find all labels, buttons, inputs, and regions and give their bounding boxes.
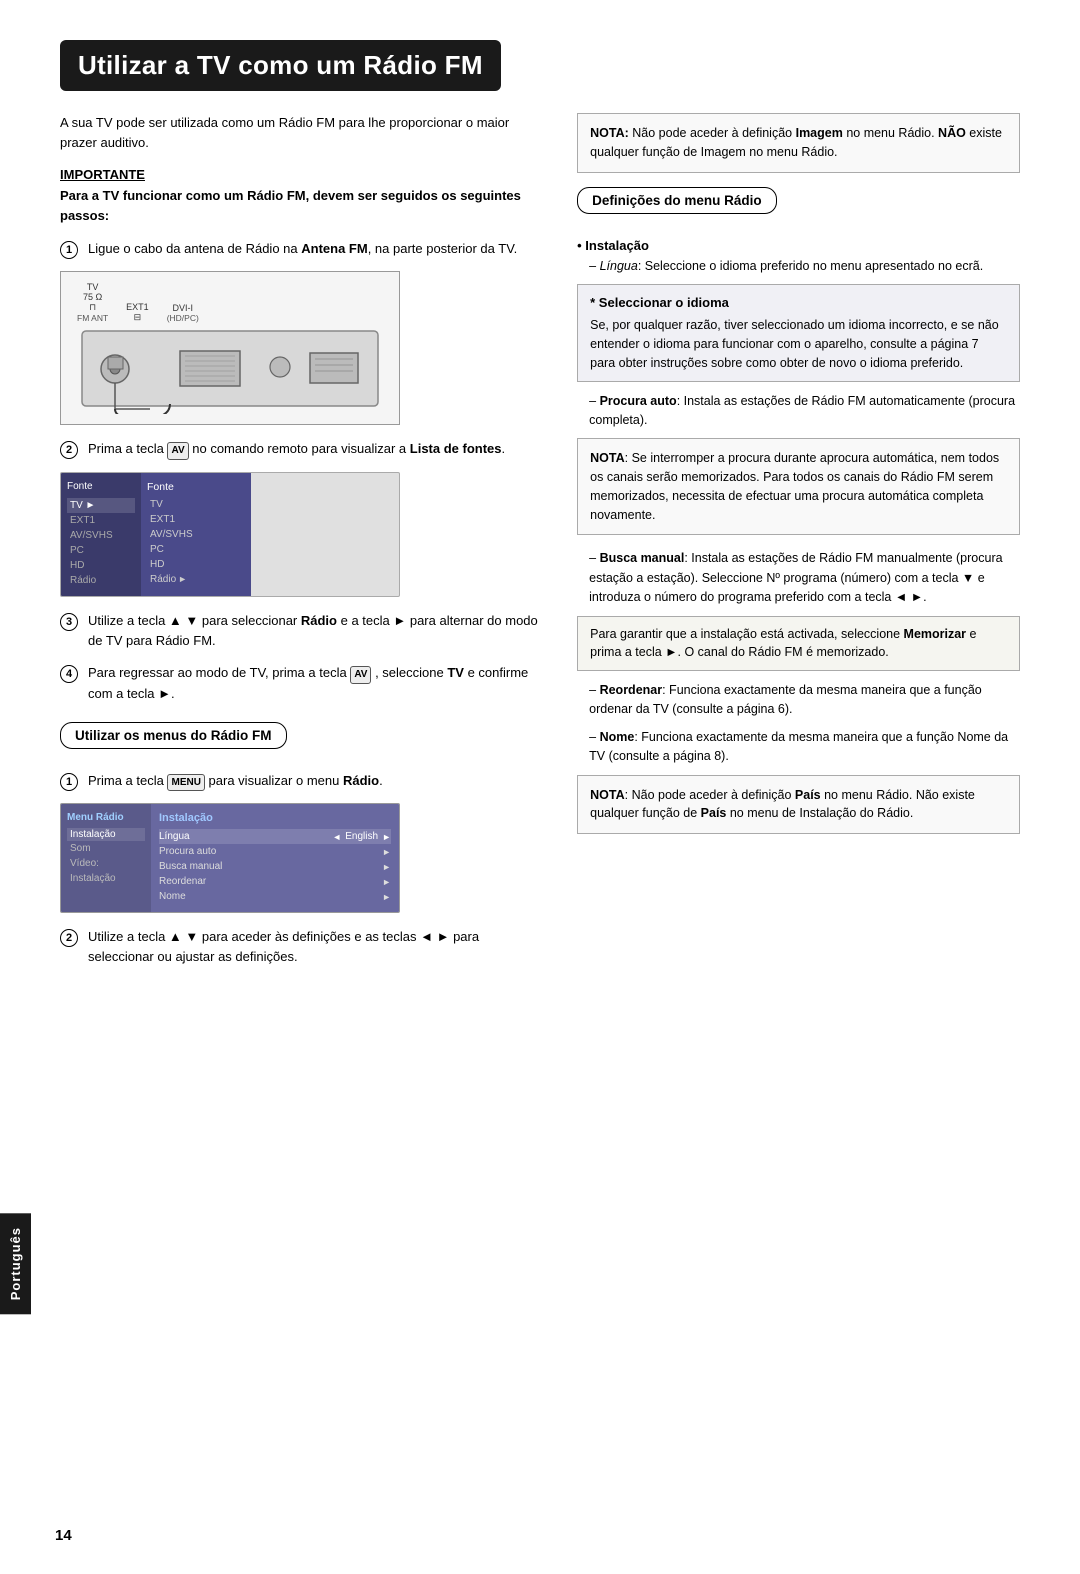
menu2-row-procura: Procura auto ► <box>159 844 391 859</box>
step-1: 1 Ligue o cabo da antena de Rádio na Ant… <box>60 239 547 259</box>
menu-col2-avsvhs: AV/SVHS <box>147 527 245 542</box>
nota-label-2: NOTA <box>590 451 625 465</box>
menu-col2-radio: Rádio ► <box>147 572 245 587</box>
menu2-col1-title: Menu Rádio <box>67 812 145 823</box>
menu-step-2: 2 Utilize a tecla ▲ ▼ para aceder às def… <box>60 927 547 967</box>
tv-diagram: TV 75 Ω ⊓ FM ANT EXT1 ⊟ DVI-I (HD/PC) <box>60 271 400 425</box>
garantir-box: Para garantir que a instalação está acti… <box>577 616 1020 672</box>
lingua-item: Língua: Seleccione o idioma preferido no… <box>589 257 1020 276</box>
page-number: 14 <box>55 1527 72 1544</box>
menu-col2: Fonte TV EXT1 AV/SVHS PC HD Rádio ► <box>141 473 251 596</box>
step-3-text: Utilize a tecla ▲ ▼ para seleccionar Rád… <box>88 611 547 651</box>
step-4: 4 Para regressar ao modo de TV, prima a … <box>60 663 547 704</box>
tv-ports-row: TV 75 Ω ⊓ FM ANT EXT1 ⊟ DVI-I (HD/PC) <box>75 282 385 323</box>
menu2-col2: Instalação Língua ◄ English ► Procura au… <box>151 804 399 912</box>
menu-step-1-number: 1 <box>60 773 78 791</box>
seleccionar-text: Se, por qualquer razão, tiver selecciona… <box>590 316 1007 372</box>
menu-col2-hd: HD <box>147 557 245 572</box>
menu-col2-ext1: EXT1 <box>147 512 245 527</box>
right-column: NOTA: Não pode aceder à definição Imagem… <box>577 113 1020 980</box>
menu-item-hd: HD <box>67 558 135 573</box>
tv-port-dvi: DVI-I (HD/PC) <box>167 303 199 323</box>
step-4-text: Para regressar ao modo de TV, prima a te… <box>88 663 547 704</box>
step-2-text: Prima a tecla AV no comando remoto para … <box>88 439 505 460</box>
tv-port-fm: TV 75 Ω ⊓ FM ANT <box>77 282 108 323</box>
fonte-menu-screenshot: Fonte TV ► EXT1 AV/SVHS PC HD Rádio Font… <box>60 472 400 597</box>
step-1-number: 1 <box>60 241 78 259</box>
page-title: Utilizar a TV como um Rádio FM <box>60 40 501 91</box>
step-2: 2 Prima a tecla AV no comando remoto par… <box>60 439 547 460</box>
two-column-layout: A sua TV pode ser utilizada como um Rádi… <box>60 113 1020 980</box>
nota-box-1: NOTA: Não pode aceder à definição Imagem… <box>577 113 1020 173</box>
menu2-item-video: Vídeo: <box>67 856 145 871</box>
menu-col1-title: Fonte <box>67 481 135 492</box>
step-1-text: Ligue o cabo da antena de Rádio na Anten… <box>88 239 517 259</box>
menu-radio-screenshot: Menu Rádio Instalação Som Vídeo: Instala… <box>60 803 400 913</box>
menu-item-radio: Rádio <box>67 573 135 588</box>
instalacao-label: • Instalação <box>577 238 1020 253</box>
menu2-row-lingua: Língua ◄ English ► <box>159 829 391 844</box>
tv-back-panel-svg <box>80 329 380 414</box>
nome-item: Nome: Funciona exactamente da mesma mane… <box>589 728 1020 767</box>
menu-col2-title: Fonte <box>147 481 245 493</box>
tv-port-ext1: EXT1 ⊟ <box>126 302 149 323</box>
menu-item-tv: TV ► <box>67 498 135 513</box>
utilizar-menus-title: Utilizar os menus do Rádio FM <box>60 722 287 749</box>
nota-label-3: NOTA <box>590 788 625 802</box>
language-tab: Português <box>0 1213 31 1314</box>
importante-text: Para a TV funcionar como um Rádio FM, de… <box>60 186 547 225</box>
menu2-row-busca: Busca manual ► <box>159 859 391 874</box>
reordenar-item: Reordenar: Funciona exactamente da mesma… <box>589 681 1020 720</box>
step-2-number: 2 <box>60 441 78 459</box>
seleccionar-box: * Seleccionar o idioma Se, por qualquer … <box>577 284 1020 382</box>
menu-step-1-text: Prima a tecla MENU para visualizar o men… <box>88 771 383 792</box>
menu-step-1: 1 Prima a tecla MENU para visualizar o m… <box>60 771 547 792</box>
menu2-row-nome: Nome ► <box>159 889 391 904</box>
page: Utilizar a TV como um Rádio FM A sua TV … <box>0 0 1080 1574</box>
busca-manual-item: Busca manual: Instala as estações de Rád… <box>589 549 1020 607</box>
definicoes-title: Definições do menu Rádio <box>577 187 777 214</box>
menu2-item-instalacao2: Instalação <box>67 871 145 886</box>
av-key-2: AV <box>350 666 371 684</box>
instalacao-section: • Instalação Língua: Seleccione o idioma… <box>577 238 1020 835</box>
menu-key: MENU <box>167 774 204 792</box>
menu-item-pc: PC <box>67 543 135 558</box>
nota-label-1: NOTA: <box>590 126 629 140</box>
nota-box-3: NOTA: Não pode aceder à definição País n… <box>577 775 1020 835</box>
menu-col2-pc: PC <box>147 542 245 557</box>
menu2-item-instalacao: Instalação <box>67 828 145 841</box>
menu-step-2-number: 2 <box>60 929 78 947</box>
procura-auto-item: Procura auto: Instala as estações de Rád… <box>589 392 1020 431</box>
menu-col2-tv: TV <box>147 497 245 512</box>
menu-item-avsvhs: AV/SVHS <box>67 528 135 543</box>
av-key: AV <box>167 442 188 460</box>
menu-col1: Fonte TV ► EXT1 AV/SVHS PC HD Rádio <box>61 473 141 596</box>
menu-step-2-text: Utilize a tecla ▲ ▼ para aceder às defin… <box>88 927 547 967</box>
step-3-number: 3 <box>60 613 78 631</box>
menu2-col1: Menu Rádio Instalação Som Vídeo: Instala… <box>61 804 151 912</box>
step-4-number: 4 <box>60 665 78 683</box>
left-column: A sua TV pode ser utilizada como um Rádi… <box>60 113 547 980</box>
menu-item-ext1: EXT1 <box>67 513 135 528</box>
importante-label: IMPORTANTE <box>60 167 547 182</box>
step-3: 3 Utilize a tecla ▲ ▼ para seleccionar R… <box>60 611 547 651</box>
lingua-dash-text: Língua: Seleccione o idioma preferido no… <box>600 259 984 273</box>
intro-text: A sua TV pode ser utilizada como um Rádi… <box>60 113 547 153</box>
nota-box-2: NOTA: Se interromper a procura durante a… <box>577 438 1020 535</box>
seleccionar-title: * Seleccionar o idioma <box>590 293 1007 313</box>
menu2-row-reordenar: Reordenar ► <box>159 874 391 889</box>
menu2-col2-title: Instalação <box>159 812 391 824</box>
menu2-item-som: Som <box>67 841 145 856</box>
